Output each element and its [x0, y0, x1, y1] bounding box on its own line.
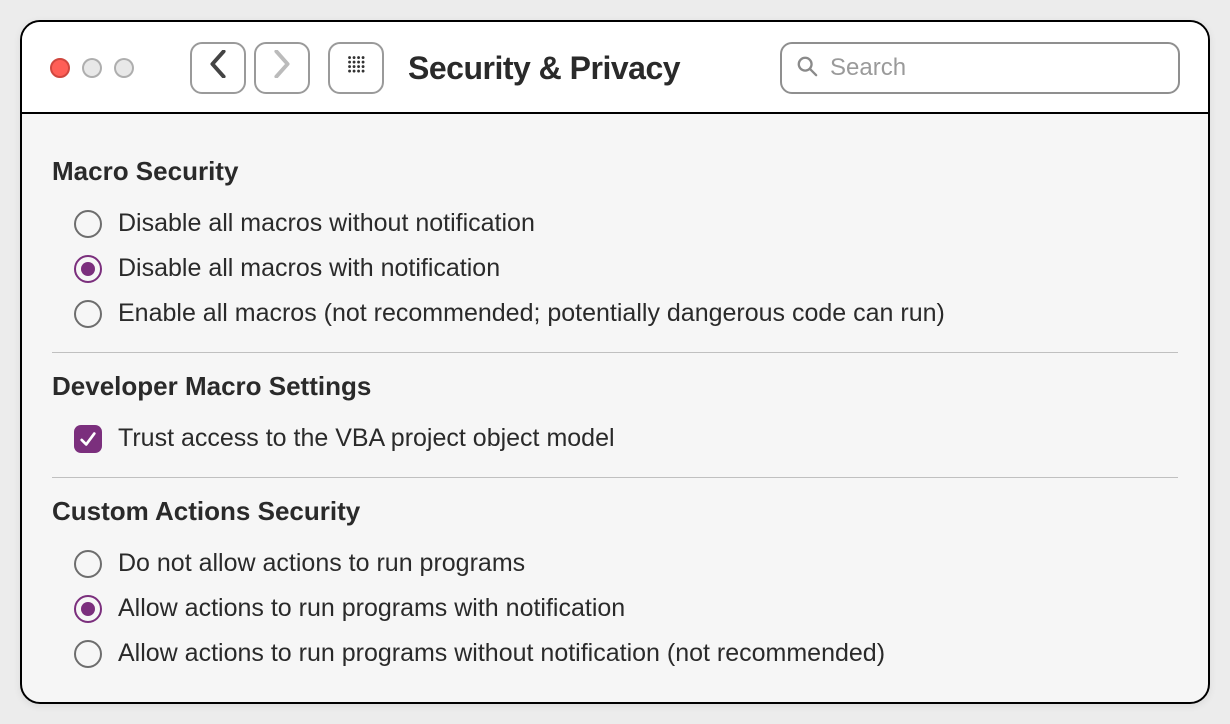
option-label: Disable all macros without notification	[118, 209, 535, 238]
checkbox-checked-icon	[74, 425, 102, 453]
divider	[52, 352, 1178, 353]
forward-button[interactable]	[254, 42, 310, 94]
search-input[interactable]	[828, 53, 1164, 83]
macro-option-disable-without-notification[interactable]: Disable all macros without notification	[52, 201, 1178, 246]
custom-action-option-allow-with-notification[interactable]: Allow actions to run programs with notif…	[52, 586, 1178, 631]
grid-icon	[347, 50, 365, 86]
option-label: Allow actions to run programs with notif…	[118, 594, 625, 623]
show-all-button[interactable]	[328, 42, 384, 94]
nav-buttons	[190, 42, 310, 94]
radio-icon	[74, 210, 102, 238]
divider	[52, 477, 1178, 478]
custom-action-option-allow-without-notification[interactable]: Allow actions to run programs without no…	[52, 631, 1178, 676]
search-field[interactable]	[780, 42, 1180, 94]
back-button[interactable]	[190, 42, 246, 94]
option-label: Enable all macros (not recommended; pote…	[118, 299, 945, 328]
radio-icon	[74, 300, 102, 328]
custom-action-option-disallow[interactable]: Do not allow actions to run programs	[52, 541, 1178, 586]
chevron-right-icon	[273, 50, 291, 86]
custom-actions-heading: Custom Actions Security	[52, 496, 1178, 527]
radio-icon	[74, 255, 102, 283]
macro-option-enable-all[interactable]: Enable all macros (not recommended; pote…	[52, 291, 1178, 336]
window-controls	[50, 58, 134, 78]
close-window-button[interactable]	[50, 58, 70, 78]
option-label: Trust access to the VBA project object m…	[118, 424, 615, 453]
search-icon	[796, 55, 818, 82]
chevron-left-icon	[209, 50, 227, 86]
minimize-window-button[interactable]	[82, 58, 102, 78]
radio-icon	[74, 595, 102, 623]
zoom-window-button[interactable]	[114, 58, 134, 78]
macro-option-disable-with-notification[interactable]: Disable all macros with notification	[52, 246, 1178, 291]
macro-security-heading: Macro Security	[52, 156, 1178, 187]
developer-settings-heading: Developer Macro Settings	[52, 371, 1178, 402]
trust-vba-access-option[interactable]: Trust access to the VBA project object m…	[52, 416, 1178, 461]
content-area: Macro Security Disable all macros withou…	[22, 114, 1208, 702]
radio-icon	[74, 550, 102, 578]
page-title: Security & Privacy	[408, 50, 680, 87]
option-label: Do not allow actions to run programs	[118, 549, 525, 578]
titlebar: Security & Privacy	[22, 22, 1208, 114]
option-label: Disable all macros with notification	[118, 254, 500, 283]
radio-icon	[74, 640, 102, 668]
option-label: Allow actions to run programs without no…	[118, 639, 885, 668]
preferences-window: Security & Privacy Macro Security Disabl…	[20, 20, 1210, 704]
